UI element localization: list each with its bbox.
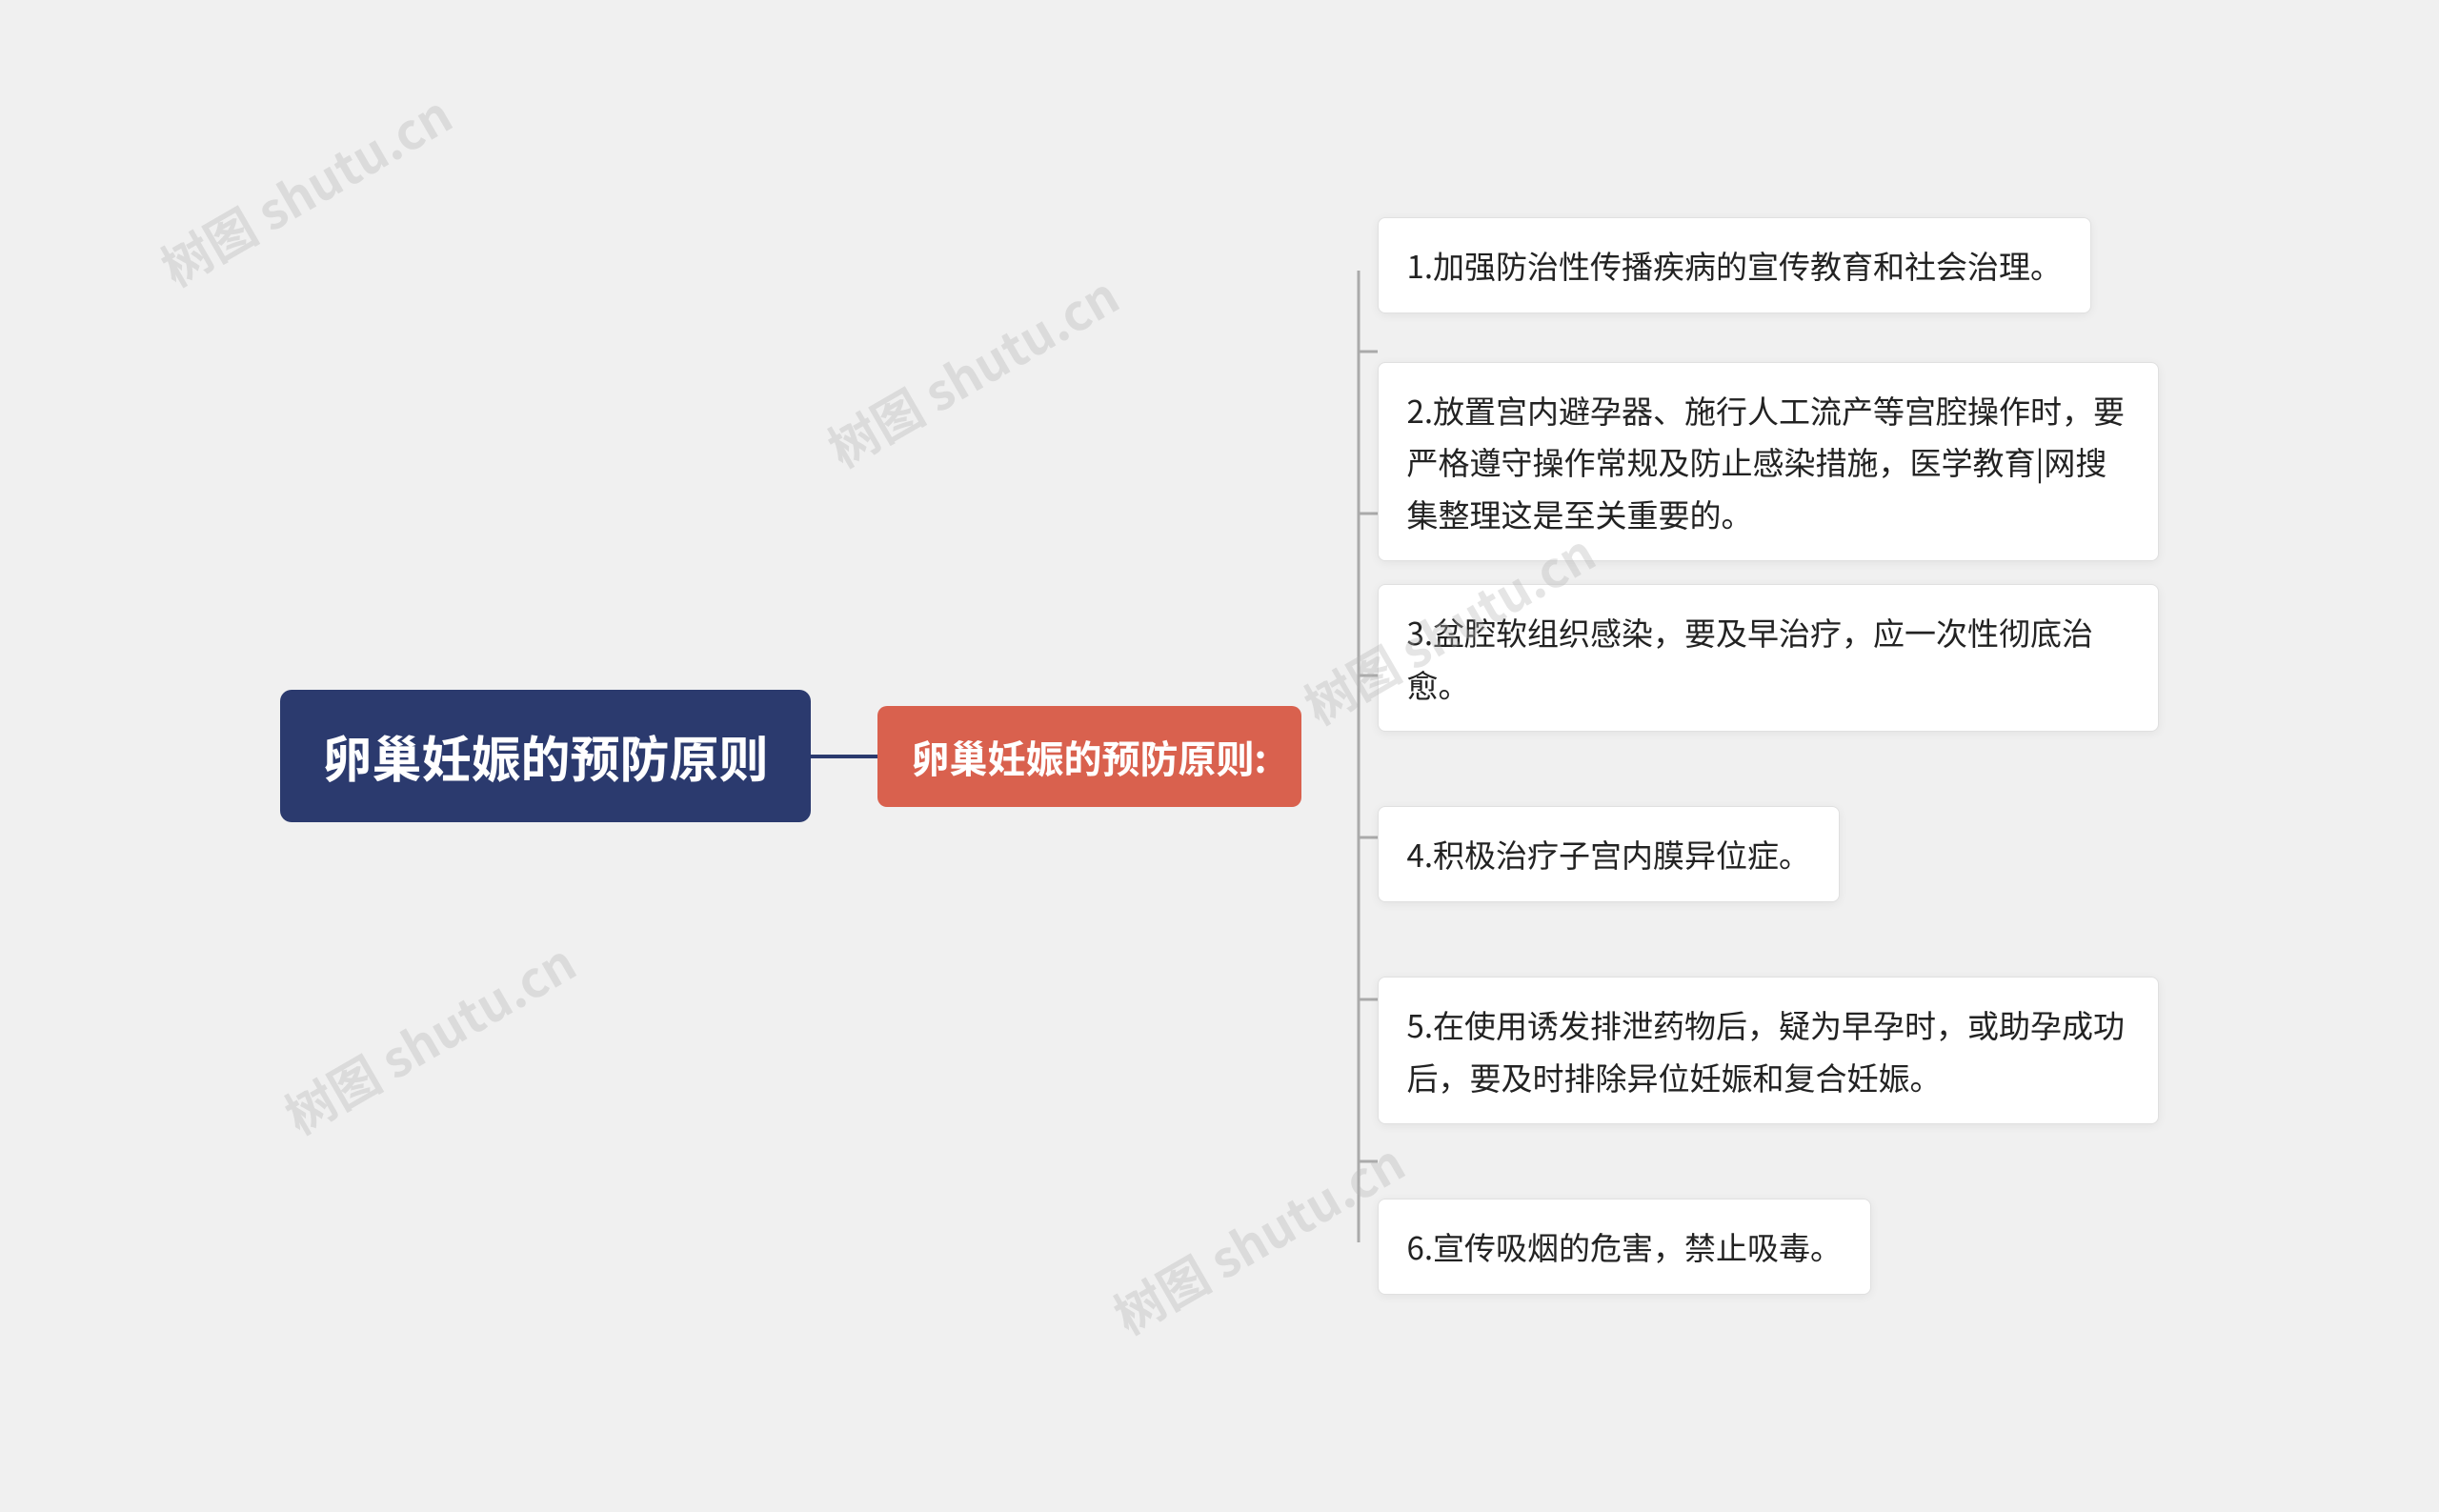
mind-map: 卵巢妊娠的预防原则 卵巢妊娠的预防原则: xyxy=(280,168,2158,1345)
branch-text-1: 1.加强防治性传播疾病的宣传教育和社会治理。 xyxy=(1407,242,2063,288)
branch-text-3: 3.盆腔软组织感染，要及早治疗，应一次性彻底治愈。 xyxy=(1407,609,2094,706)
main-title-box: 卵巢妊娠的预防原则 xyxy=(280,690,810,822)
main-title-text: 卵巢妊娠的预防原则 xyxy=(322,720,768,792)
branch-box-6: 6.宣传吸烟的危害，禁止吸毒。 xyxy=(1378,1199,1872,1294)
main-to-sub-connector xyxy=(811,755,877,758)
branch-row-1: 1.加强防治性传播疾病的宣传教育和社会治理。 xyxy=(1378,185,2159,347)
branch-box-3: 3.盆腔软组织感染，要及早治疗，应一次性彻底治愈。 xyxy=(1378,584,2159,732)
brace-connector-svg xyxy=(1301,271,1378,1242)
branches-column: 1.加强防治性传播疾病的宣传教育和社会治理。 2.放置宫内避孕器、施行人工流产等… xyxy=(1378,168,2159,1345)
branch-row-6: 6.宣传吸烟的危害，禁止吸毒。 xyxy=(1378,1166,2159,1328)
brace-and-branches: 1.加强防治性传播疾病的宣传教育和社会治理。 2.放置宫内避孕器、施行人工流产等… xyxy=(1301,168,2159,1345)
branch-row-2: 2.放置宫内避孕器、施行人工流产等宫腔操作时，要严格遵守操作常规及防止感染措施，… xyxy=(1378,381,2159,543)
sub-title-box: 卵巢妊娠的预防原则: xyxy=(877,706,1301,807)
branch-text-6: 6.宣传吸烟的危害，禁止吸毒。 xyxy=(1407,1223,1843,1269)
branch-box-5: 5.在使用诱发排泄药物后，疑为早孕时，或助孕成功后，要及时排除异位妊娠和复合妊娠… xyxy=(1378,977,2159,1124)
left-section: 卵巢妊娠的预防原则 卵巢妊娠的预防原则: xyxy=(280,690,1300,822)
branch-text-5: 5.在使用诱发排泄药物后，疑为早孕时，或助孕成功后，要及时排除异位妊娠和复合妊娠… xyxy=(1407,1001,2126,1099)
branch-text-4: 4.积极治疗子宫内膜异位症。 xyxy=(1407,831,1811,877)
branch-box-1: 1.加强防治性传播疾病的宣传教育和社会治理。 xyxy=(1378,217,2092,312)
branch-row-3: 3.盆腔软组织感染，要及早治疗，应一次性彻底治愈。 xyxy=(1378,577,2159,739)
branch-row-5: 5.在使用诱发排泄药物后，疑为早孕时，或助孕成功后，要及时排除异位妊娠和复合妊娠… xyxy=(1378,970,2159,1132)
branch-box-4: 4.积极治疗子宫内膜异位症。 xyxy=(1378,806,1841,901)
branch-text-2: 2.放置宫内避孕器、施行人工流产等宫腔操作时，要严格遵守操作常规及防止感染措施，… xyxy=(1407,387,2126,536)
branch-box-2: 2.放置宫内避孕器、施行人工流产等宫腔操作时，要严格遵守操作常规及防止感染措施，… xyxy=(1378,362,2159,561)
sub-title-text: 卵巢妊娠的预防原则: xyxy=(912,729,1267,784)
diagram-container: 树图 shutu.cn 树图 shutu.cn 树图 shutu.cn 树图 s… xyxy=(0,0,2439,1512)
branch-row-4: 4.积极治疗子宫内膜异位症。 xyxy=(1378,774,2159,936)
